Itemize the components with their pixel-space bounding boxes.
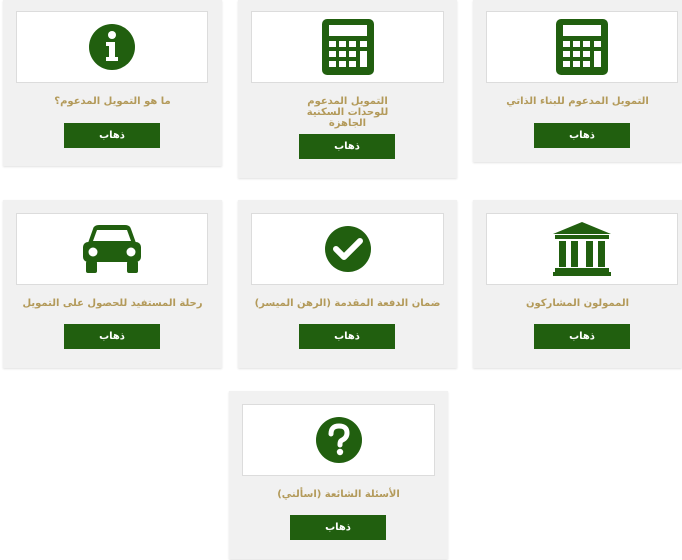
card-down-payment-guarantee: ضمان الدفعة المقدمة (الرهن الميسر) ذهاب <box>238 200 457 368</box>
card-ready-units-financing: التمويل المدعوم للوحدات السكنية الجاهزة … <box>238 0 457 178</box>
card-beneficiary-journey: رحلة المستفيد للحصول على التمويل ذهاب <box>3 200 222 368</box>
card-what-is-supported-financing: ما هو التمويل المدعوم؟ ذهاب <box>3 0 222 166</box>
card-participating-financiers: الممولون المشاركون ذهاب <box>473 200 682 368</box>
bank-icon <box>553 222 611 276</box>
card-title: التمويل المدعوم للوحدات السكنية الجاهزة <box>306 96 389 129</box>
calculator-icon <box>321 19 374 75</box>
info-icon <box>89 24 135 70</box>
card-icon-box <box>16 11 208 83</box>
go-button[interactable]: ذهاب <box>534 324 630 349</box>
card-title: ضمان الدفعة المقدمة (الرهن الميسر) <box>254 298 441 309</box>
card-icon-box <box>16 213 208 285</box>
checkmark-icon <box>324 226 371 272</box>
calculator-icon <box>556 19 608 75</box>
go-button[interactable]: ذهاب <box>299 134 395 159</box>
go-button[interactable]: ذهاب <box>290 515 386 540</box>
go-button[interactable]: ذهاب <box>534 123 630 148</box>
card-title: ما هو التمويل المدعوم؟ <box>54 96 171 107</box>
go-button[interactable]: ذهاب <box>299 324 395 349</box>
card-title: الممولون المشاركون <box>525 298 630 309</box>
card-icon-box <box>251 11 444 83</box>
go-button[interactable]: ذهاب <box>64 123 160 148</box>
card-icon-box <box>242 404 435 476</box>
go-button[interactable]: ذهاب <box>64 324 160 349</box>
card-title: الأسئلة الشائعة (اسألني) <box>277 489 400 500</box>
card-icon-box <box>486 213 678 285</box>
card-faq: الأسئلة الشائعة (اسألني) ذهاب <box>229 391 448 559</box>
card-icon-box <box>486 11 678 83</box>
card-self-build-financing: التمويل المدعوم للبناء الذاتي ذهاب <box>473 0 682 162</box>
car-icon <box>83 225 141 273</box>
question-icon <box>315 417 362 463</box>
card-title: رحلة المستفيد للحصول على التمويل <box>22 298 203 309</box>
card-title: التمويل المدعوم للبناء الذاتي <box>506 96 649 107</box>
card-icon-box <box>251 213 444 285</box>
